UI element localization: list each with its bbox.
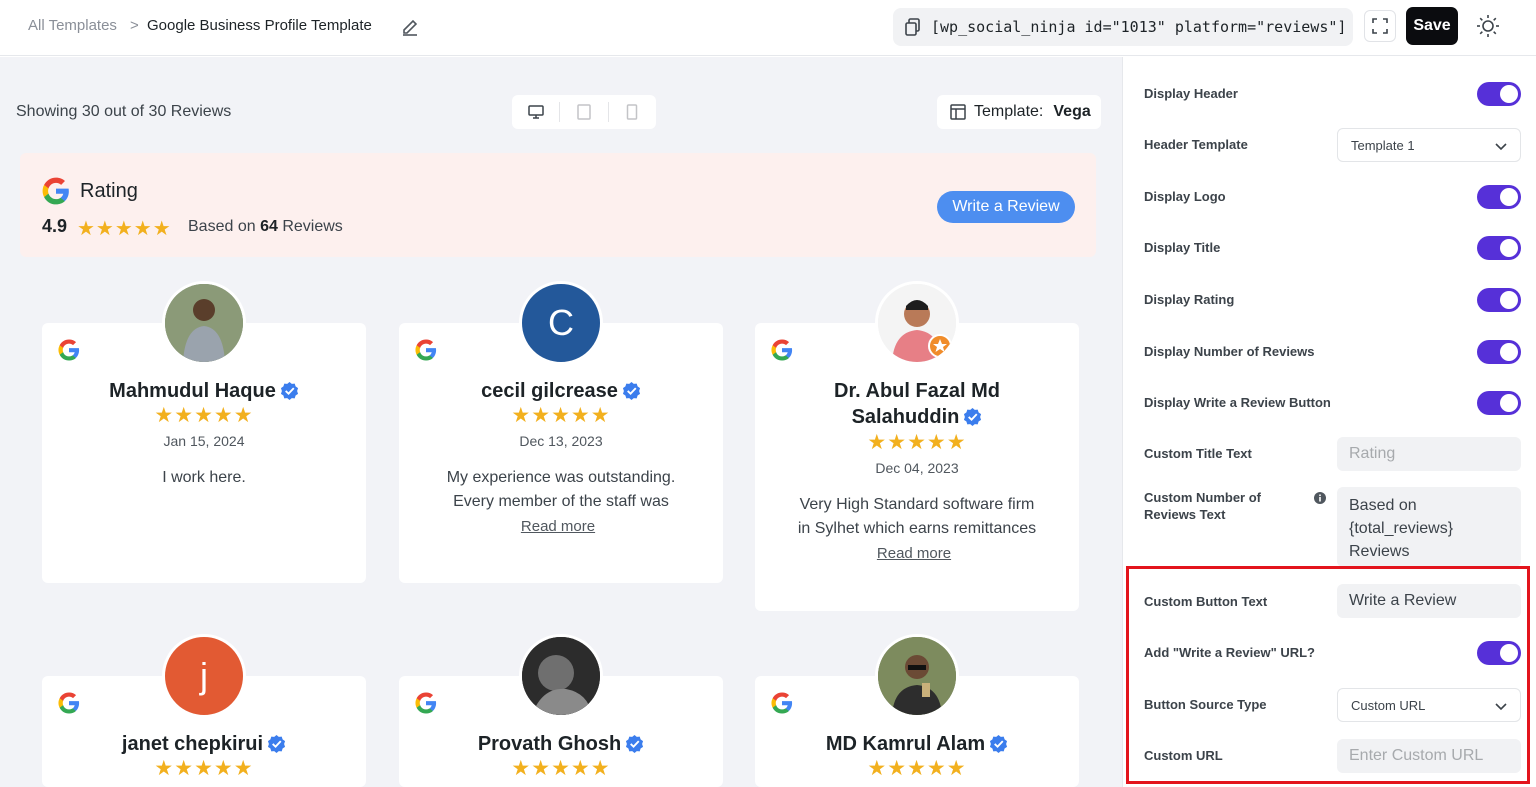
showing-count: Showing 30 out of 30 Reviews	[16, 103, 232, 120]
reviewer-name: Mahmudul Haque	[42, 378, 366, 404]
review-date: Dec 04, 2023	[875, 460, 959, 476]
reviewer-name: Provath Ghosh	[399, 731, 723, 757]
desktop-icon	[527, 105, 544, 119]
custom-title-input[interactable]: Rating	[1337, 437, 1521, 471]
header-title: Rating	[80, 180, 138, 202]
tablet-view-button[interactable]	[560, 95, 607, 129]
verified-icon	[626, 734, 644, 753]
shortcode-box[interactable]: [wp_social_ninja id="1013" platform="rev…	[893, 8, 1353, 46]
google-logo-icon	[771, 339, 793, 361]
breadcrumb-all-templates[interactable]: All Templates	[28, 17, 117, 34]
header-rating-value: 4.9	[42, 216, 68, 236]
review-date: Dec 13, 2023	[519, 433, 603, 449]
review-text: Very High Standard software firm in Sylhe…	[797, 496, 1037, 537]
reviewer-name: MD Kamrul Alam	[755, 731, 1079, 757]
reviewer-name: cecil gilcrease	[399, 378, 723, 404]
display-write-button-toggle[interactable]	[1477, 391, 1521, 415]
read-more-link[interactable]: Read more	[755, 545, 1073, 562]
avatar	[875, 281, 959, 365]
breadcrumb-separator: >	[130, 17, 139, 34]
page-title: Google Business Profile Template	[147, 17, 372, 34]
header-based-on: Based on 64 Reviews	[188, 218, 343, 235]
custom-title-label: Custom Title Text	[1144, 446, 1252, 461]
template-label: Template:	[974, 103, 1044, 120]
device-switcher	[512, 95, 656, 129]
display-title-label: Display Title	[1144, 240, 1221, 255]
review-date: Jan 15, 2024	[163, 433, 245, 449]
google-logo-icon	[42, 177, 69, 205]
avatar-initial: C	[548, 302, 574, 343]
header-template-label: Header Template	[1144, 137, 1248, 152]
google-logo-icon	[58, 339, 80, 361]
avatar: j	[162, 634, 246, 718]
template-selector[interactable]: Template: Vega	[937, 95, 1101, 129]
display-rating-toggle[interactable]	[1477, 288, 1521, 312]
avatar-initial: j	[200, 655, 208, 696]
review-stars: ★★★★★	[867, 431, 967, 454]
custom-number-label: Custom Number of Reviews Text	[1144, 490, 1261, 522]
read-more-link[interactable]: Read more	[399, 518, 717, 535]
display-number-toggle[interactable]	[1477, 340, 1521, 364]
highlight-box	[1126, 566, 1530, 784]
display-rating-label: Display Rating	[1144, 292, 1235, 307]
save-button[interactable]: Save	[1406, 7, 1458, 45]
verified-icon	[990, 734, 1008, 753]
info-icon[interactable]	[1314, 492, 1326, 504]
verified-icon	[268, 734, 286, 753]
desktop-view-button[interactable]	[512, 95, 559, 129]
review-stars: ★★★★★	[154, 757, 254, 780]
google-logo-icon	[415, 692, 437, 714]
custom-number-textarea[interactable]: Based on {total_reviews} Reviews	[1337, 487, 1521, 567]
fullscreen-button[interactable]	[1364, 10, 1396, 42]
avatar	[875, 634, 959, 718]
display-header-toggle[interactable]	[1477, 82, 1521, 106]
google-logo-icon	[58, 692, 80, 714]
review-stars: ★★★★★	[511, 404, 611, 427]
tablet-icon	[577, 104, 591, 120]
reviewer-name: Dr. Abul Fazal Md Salahuddin	[834, 380, 1000, 428]
review-stars: ★★★★★	[867, 757, 967, 780]
reviewer-name: janet chepkirui	[42, 731, 366, 757]
mobile-view-button[interactable]	[609, 95, 656, 129]
chevron-down-icon	[1495, 143, 1507, 151]
verified-icon	[964, 407, 982, 426]
header-stars: ★★★★★	[77, 218, 172, 240]
review-text: I work here.	[162, 469, 246, 486]
display-title-toggle[interactable]	[1477, 236, 1521, 260]
display-header-label: Display Header	[1144, 86, 1238, 101]
fullscreen-icon	[1372, 18, 1388, 34]
verified-icon	[280, 381, 298, 400]
mobile-icon	[627, 104, 638, 120]
review-stars: ★★★★★	[511, 757, 611, 780]
sun-icon[interactable]	[1476, 14, 1500, 38]
avatar	[519, 634, 603, 718]
display-write-button-label: Display Write a Review Button	[1144, 395, 1331, 410]
review-text: My experience was outstanding. Every memb…	[446, 469, 676, 510]
write-review-button[interactable]: Write a Review	[937, 191, 1075, 223]
reviews-header	[20, 153, 1096, 257]
review-stars: ★★★★★	[154, 404, 254, 427]
verified-icon	[622, 381, 640, 400]
google-logo-icon	[415, 339, 437, 361]
display-number-label: Display Number of Reviews	[1144, 344, 1315, 359]
avatar: C	[519, 281, 603, 365]
shortcode-text: [wp_social_ninja id="1013" platform="rev…	[931, 18, 1347, 36]
display-logo-toggle[interactable]	[1477, 185, 1521, 209]
layout-icon	[950, 104, 966, 120]
google-logo-icon	[771, 692, 793, 714]
template-value: Vega	[1053, 103, 1091, 120]
display-logo-label: Display Logo	[1144, 189, 1226, 204]
avatar	[162, 281, 246, 365]
edit-icon[interactable]	[401, 16, 419, 36]
copy-icon[interactable]	[905, 18, 921, 36]
header-template-select[interactable]: Template 1	[1337, 128, 1521, 162]
